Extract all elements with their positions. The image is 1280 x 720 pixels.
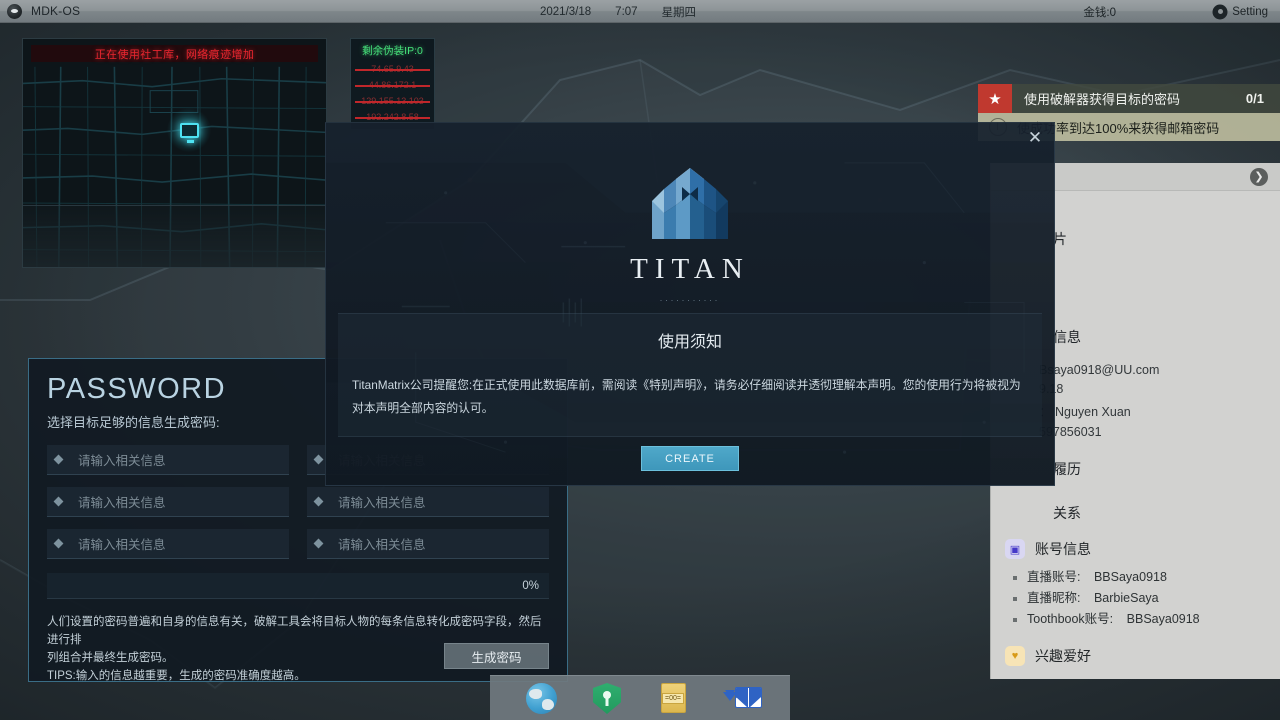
os-title: MDK-OS: [31, 4, 81, 18]
ip-row: 44.86.172.1: [355, 77, 430, 93]
titan-wordmark: TITAN: [630, 253, 750, 285]
sidebar-section-resume: 履历: [1053, 461, 1081, 477]
monitor-node-icon[interactable]: [166, 107, 212, 153]
quest-primary-count: 0/1: [1245, 91, 1264, 106]
create-button[interactable]: CREATE: [641, 446, 739, 471]
password-progress-bar: 0%: [47, 573, 549, 599]
password-progress-percent: 0%: [522, 579, 539, 592]
titan-dot-rule: ...........: [659, 293, 721, 303]
password-info-placeholder: 请输入相关信息: [78, 496, 166, 510]
node-screen: [179, 122, 199, 143]
topbar-time: 7:07: [615, 5, 638, 18]
titan-tower-logo-icon: [652, 168, 728, 239]
account-value: BarbieSaya: [1093, 591, 1159, 605]
app-root: MDK-OS 2021/3/18 7:07 星期四 金钱:0 Setting 正…: [0, 0, 1280, 720]
taskbar-browser-button[interactable]: [524, 681, 558, 715]
taskbar-mail-button[interactable]: [722, 681, 762, 715]
account-key: Toothbook账号:: [1027, 612, 1114, 626]
quest-primary-label: 使用破解器获得目标的密码: [1024, 92, 1181, 107]
diamond-bullet-icon: [313, 454, 324, 465]
ip-row: 129.155.13.103: [355, 93, 430, 109]
sidebar-info-line: ： Nguyen Xuan: [1039, 405, 1131, 419]
titan-eula-modal: ✕ TITAN ........... 使用须知 TitanMatrix公司提醒…: [325, 122, 1055, 486]
sidebar-info-line: Bsaya0918@UU.com: [1039, 363, 1160, 377]
list-item: 直播账号: BBSaya0918: [1013, 567, 1280, 588]
taskbar-notes-button[interactable]: =00=: [656, 681, 690, 715]
taskbar-password-tool-button[interactable]: [590, 681, 624, 715]
account-key: 直播昵称:: [1027, 591, 1081, 605]
envelope-icon: [735, 687, 762, 708]
yellow-note-icon: =00=: [660, 683, 686, 713]
chevron-right-icon[interactable]: ❯: [1250, 168, 1268, 186]
money-display: 金钱:0: [1083, 6, 1116, 19]
password-info-field-6[interactable]: 请输入相关信息: [307, 529, 549, 559]
password-info-field-5[interactable]: 请输入相关信息: [47, 529, 289, 559]
sidebar-group-hobby: ♥ 兴趣爱好: [991, 646, 1280, 666]
diamond-bullet-icon: [53, 538, 64, 549]
trace-warning-banner: 正在使用社工库，网络痕迹增加: [31, 45, 318, 62]
diamond-bullet-icon: [313, 496, 324, 507]
fake-ip-panel: 剩余伪装IP:0 74.65.9.43 44.86.172.1 129.155.…: [350, 38, 435, 130]
account-key: 直播账号:: [1027, 570, 1081, 584]
account-value: BBSaya0918: [1093, 570, 1167, 584]
sidebar-info-line: 597856031: [1039, 425, 1102, 439]
note-badge: =00=: [662, 692, 684, 704]
map-bottom-panel: [23, 205, 326, 267]
globe-browser-icon: [525, 683, 557, 714]
topbar-weekday: 星期四: [661, 6, 697, 19]
trace-map-widget[interactable]: 正在使用社工库，网络痕迹增加: [22, 38, 327, 268]
sidebar-photo-label: 片: [1053, 231, 1067, 247]
notice-title: 使用须知: [657, 334, 722, 351]
settings-button[interactable]: Setting: [1214, 0, 1268, 23]
notice-body: TitanMatrix公司提醒您:在正式使用此数据库前，需阅读《特别声明》，请务…: [352, 378, 1021, 415]
shield-key-icon: [593, 683, 621, 714]
sidebar-section-relation: 关系: [1053, 505, 1081, 521]
description-line: TIPS:输入的信息越重要，生成的密码准确度越高。: [47, 670, 306, 682]
sidebar-group-hobby-title: 兴趣爱好: [1035, 648, 1091, 664]
notice-box: 使用须知 TitanMatrix公司提醒您:在正式使用此数据库前，需阅读《特别声…: [338, 313, 1042, 437]
diamond-bullet-icon: [53, 454, 64, 465]
account-card-icon: ▣: [1005, 539, 1025, 559]
fake-ip-title: 剩余伪装IP:0: [362, 45, 423, 57]
diamond-bullet-icon: [53, 496, 64, 507]
quest-primary[interactable]: ★ 使用破解器获得目标的密码 0/1: [978, 84, 1280, 113]
account-value: BBSaya0918: [1126, 612, 1200, 626]
password-info-field-3[interactable]: 请输入相关信息: [47, 487, 289, 517]
top-bar: MDK-OS 2021/3/18 7:07 星期四 金钱:0 Setting: [0, 0, 1280, 23]
password-info-placeholder: 请输入相关信息: [78, 454, 166, 468]
list-item: Toothbook账号: BBSaya0918: [1013, 609, 1280, 630]
eye-logo-icon: [7, 3, 22, 19]
close-icon[interactable]: ✕: [1026, 129, 1044, 147]
taskbar: =00=: [490, 675, 790, 720]
gear-icon: [1214, 5, 1227, 18]
generate-password-button[interactable]: 生成密码: [444, 643, 549, 669]
sidebar-info-line: 9.18: [1039, 382, 1280, 396]
password-info-placeholder: 请输入相关信息: [338, 496, 426, 510]
sidebar-group-account-title: 账号信息: [1035, 541, 1091, 557]
topbar-clock-group: 2021/3/18 7:07 星期四: [540, 0, 696, 23]
sidebar-account-list: 直播账号: BBSaya0918 直播昵称: BarbieSaya Toothb…: [991, 567, 1280, 630]
sidebar-group-account: ▣ 账号信息: [991, 539, 1280, 559]
settings-label: Setting: [1232, 5, 1268, 18]
password-info-placeholder: 请输入相关信息: [78, 538, 166, 552]
password-info-field-4[interactable]: 请输入相关信息: [307, 487, 549, 517]
ip-row: 74.65.9.43: [355, 61, 430, 77]
diamond-bullet-icon: [313, 538, 324, 549]
sidebar-section-info: 信息: [1053, 329, 1081, 345]
star-icon: ★: [978, 84, 1012, 113]
list-item: 直播昵称: BarbieSaya: [1013, 588, 1280, 609]
heart-icon: ♥: [1005, 646, 1025, 666]
password-info-placeholder: 请输入相关信息: [338, 538, 426, 552]
password-info-field-1[interactable]: 请输入相关信息: [47, 445, 289, 475]
mail-icon: [722, 685, 762, 713]
topbar-date: 2021/3/18: [540, 5, 592, 18]
titan-brand: TITAN ...........: [326, 165, 1054, 303]
